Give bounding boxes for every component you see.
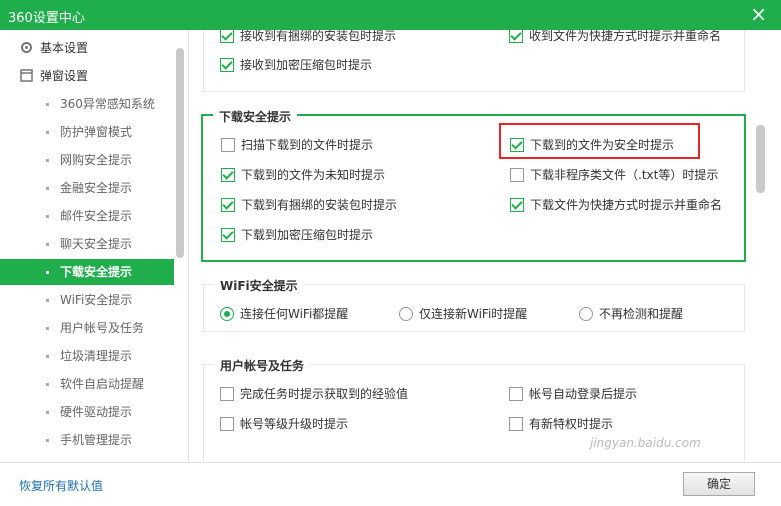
wifi-section-group: WiFi安全提示 连接任何WiFi都提醒 仅连接新WiFi时提醒 不再检测和提醒 <box>203 277 745 332</box>
main-scrollbar[interactable] <box>756 125 765 193</box>
radio[interactable] <box>399 307 413 321</box>
prev-section-group: 接收到有捆绑的安装包时提示 收到文件为快捷方式时提示并重命名 接收到加密压缩包时… <box>203 30 745 92</box>
sidebar-item-wifi[interactable]: WiFi安全提示 <box>0 287 174 313</box>
radio-new-wifi[interactable]: 仅连接新WiFi时提醒 <box>399 305 527 323</box>
option-row[interactable]: 接收到加密压缩包时提示 <box>220 56 372 74</box>
option-encrypted[interactable]: 下载到加密压缩包时提示 <box>221 226 373 244</box>
checkbox[interactable] <box>221 168 235 182</box>
radio-any-wifi[interactable]: 连接任何WiFi都提醒 <box>220 305 348 323</box>
option-bundled[interactable]: 下载到有捆绑的安装包时提示 <box>221 196 397 214</box>
window-title: 360设置中心 <box>8 11 85 26</box>
option-privilege[interactable]: 有新特权时提示 <box>509 415 613 433</box>
radio-no-check[interactable]: 不再检测和提醒 <box>579 305 683 323</box>
checkbox[interactable] <box>221 138 235 152</box>
option-row[interactable]: 收到文件为快捷方式时提示并重命名 <box>509 30 721 45</box>
sidebar-item-popup[interactable]: 弹窗设置 <box>0 63 174 89</box>
radio[interactable] <box>579 307 593 321</box>
checkbox[interactable] <box>221 228 235 242</box>
section-title: 下载安全提示 <box>213 108 298 125</box>
checkbox[interactable] <box>509 417 523 431</box>
checkbox[interactable] <box>220 30 234 43</box>
sidebar-item-finance[interactable]: 金融安全提示 <box>0 175 174 201</box>
sidebar-item-label: 弹窗设置 <box>40 69 89 83</box>
highlight-box <box>499 123 700 159</box>
sidebar-item-clean[interactable]: 垃圾清理提示 <box>0 343 174 369</box>
footer: 恢复所有默认值 确定 <box>0 462 781 506</box>
radio[interactable] <box>220 307 234 321</box>
gear-icon <box>21 42 32 53</box>
title-bar: 360设置中心 × <box>0 0 781 30</box>
sidebar-item-mail[interactable]: 邮件安全提示 <box>0 203 174 229</box>
checkbox[interactable] <box>510 198 524 212</box>
sidebar-item-anomaly[interactable]: 360异常感知系统 <box>0 91 174 117</box>
sidebar-item-popup-mode[interactable]: 防护弹窗模式 <box>0 119 174 145</box>
option-levelup[interactable]: 帐号等级升级时提示 <box>220 415 348 433</box>
option-row[interactable]: 接收到有捆绑的安装包时提示 <box>220 30 396 45</box>
checkbox[interactable] <box>220 417 234 431</box>
option-exp[interactable]: 完成任务时提示获取到的经验值 <box>220 385 408 403</box>
sidebar-item-driver[interactable]: 硬件驱动提示 <box>0 399 174 425</box>
checkbox[interactable] <box>221 198 235 212</box>
restore-defaults-link[interactable]: 恢复所有默认值 <box>19 477 103 494</box>
sidebar-item-autostart[interactable]: 软件自启动提醒 <box>0 371 174 397</box>
option-autologin[interactable]: 帐号自动登录后提示 <box>509 385 637 403</box>
settings-panel: 接收到有捆绑的安装包时提示 收到文件为快捷方式时提示并重命名 接收到加密压缩包时… <box>189 30 781 462</box>
sidebar: 基本设置 弹窗设置 360异常感知系统 防护弹窗模式 网购安全提示 金融安全提示… <box>0 30 189 462</box>
checkbox[interactable] <box>510 168 524 182</box>
close-icon[interactable]: × <box>750 3 767 25</box>
sidebar-item-account[interactable]: 用户帐号及任务 <box>0 315 174 341</box>
ok-button[interactable]: 确定 <box>683 472 755 496</box>
option-unknown[interactable]: 下载到的文件为未知时提示 <box>221 166 385 184</box>
sidebar-item-label: 基本设置 <box>40 41 89 55</box>
window-icon <box>20 69 33 82</box>
option-scan[interactable]: 扫描下载到的文件时提示 <box>221 136 373 154</box>
sidebar-item-shopping[interactable]: 网购安全提示 <box>0 147 174 173</box>
sidebar-item-phone[interactable]: 手机管理提示 <box>0 427 174 453</box>
checkbox[interactable] <box>220 387 234 401</box>
checkbox[interactable] <box>220 58 234 72</box>
sidebar-item-chat[interactable]: 聊天安全提示 <box>0 231 174 257</box>
option-nonprogram[interactable]: 下载非程序类文件（.txt等）时提示 <box>510 166 718 184</box>
watermark: jingyan.baidu.com <box>590 436 701 450</box>
section-title: WiFi安全提示 <box>214 277 304 294</box>
sidebar-item-basic[interactable]: 基本设置 <box>0 35 174 61</box>
sidebar-scrollbar[interactable] <box>176 48 184 258</box>
checkbox[interactable] <box>509 30 523 43</box>
section-title: 用户帐号及任务 <box>214 357 311 374</box>
checkbox[interactable] <box>509 387 523 401</box>
sidebar-item-download[interactable]: 下载安全提示 <box>0 259 174 285</box>
option-shortcut[interactable]: 下载文件为快捷方式时提示并重命名 <box>510 196 722 214</box>
